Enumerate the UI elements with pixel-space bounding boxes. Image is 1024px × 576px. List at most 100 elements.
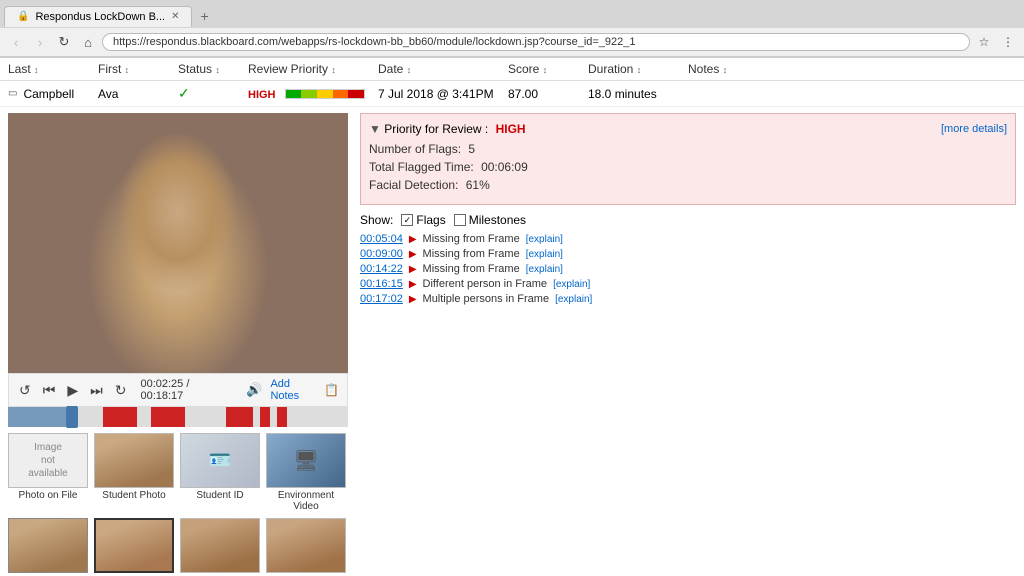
- thumb-student-photo[interactable]: Student Photo: [94, 433, 174, 512]
- col-duration-header[interactable]: Duration ↕: [588, 62, 688, 76]
- video-controls: ↺ ⏮ ▶ ⏭ ↻ 00:02:25 / 00:18:17 🔊 Add Note…: [8, 373, 348, 407]
- flag-item: 00:05:04 ▶ Missing from Frame [explain]: [360, 233, 1016, 245]
- table-header: Last ↕ First ↕ Status ↕ Review Priority …: [0, 58, 1024, 81]
- num-flags-row: Number of Flags: 5: [369, 142, 1007, 156]
- flag-segment-3: [226, 407, 253, 427]
- status-checkmark: ✓: [178, 85, 190, 101]
- flag-time[interactable]: 00:17:02: [360, 293, 403, 305]
- flag-segment-4: [260, 407, 270, 427]
- browser-tab[interactable]: 🔒 Respondus LockDown B... ✕: [4, 6, 192, 27]
- student-score: 87.00: [508, 87, 588, 101]
- flag-explain-link[interactable]: [explain]: [526, 249, 563, 260]
- back-btn[interactable]: ‹: [6, 32, 26, 52]
- thumb-student-id[interactable]: 🪪 Student ID: [180, 433, 260, 512]
- col-score-header[interactable]: Score ↕: [508, 62, 588, 76]
- tab-close-btn[interactable]: ✕: [171, 11, 179, 22]
- show-row: Show: ✓ Flags Milestones: [360, 213, 1016, 227]
- thumb-img-student-photo: [94, 433, 174, 488]
- more-details-link[interactable]: [more details]: [941, 123, 1007, 135]
- thumbnails-row-1: Imagenotavailable Photo on File Student …: [8, 427, 348, 518]
- student-row: ▭ Campbell Ava ✓ HIGH 7 Jul 2018 @ 3:41P…: [0, 81, 1024, 107]
- thumb-img-row2-2: [94, 518, 174, 573]
- col-review-header[interactable]: Review Priority ↕: [248, 62, 378, 76]
- next-frame-btn[interactable]: ⏭: [88, 380, 105, 401]
- flag-play-icon[interactable]: ▶: [409, 279, 417, 290]
- thumb-label-photo: Photo on File: [19, 490, 78, 501]
- col-date-header[interactable]: Date ↕: [378, 62, 508, 76]
- flags-checkbox[interactable]: ✓: [401, 214, 413, 226]
- flag-description: Missing from Frame: [423, 263, 520, 275]
- flag-description: Missing from Frame: [423, 248, 520, 260]
- flag-explain-link[interactable]: [explain]: [526, 264, 563, 275]
- bookmark-btn[interactable]: ☆: [974, 32, 994, 52]
- flag-play-icon[interactable]: ▶: [409, 264, 417, 275]
- flag-play-icon[interactable]: ▶: [409, 249, 417, 260]
- volume-icon[interactable]: 🔊: [246, 382, 262, 398]
- flag-item: 00:09:00 ▶ Missing from Frame [explain]: [360, 248, 1016, 260]
- add-notes-btn[interactable]: Add Notes 📋: [270, 378, 339, 402]
- play-btn[interactable]: ▶: [65, 380, 80, 401]
- flag-explain-link[interactable]: [explain]: [553, 279, 590, 290]
- thumb-img-row2-1: [8, 518, 88, 573]
- flag-segment-2: [151, 407, 185, 427]
- col-last-header[interactable]: Last ↕: [8, 62, 98, 76]
- video-panel: ↺ ⏮ ▶ ⏭ ↻ 00:02:25 / 00:18:17 🔊 Add Note…: [8, 113, 348, 576]
- thumb-img-row2-4: [266, 518, 346, 573]
- flag-time[interactable]: 00:05:04: [360, 233, 403, 245]
- flag-time[interactable]: 00:16:15: [360, 278, 403, 290]
- thumb-row2-1[interactable]: [8, 518, 88, 573]
- reload-btn[interactable]: ↻: [54, 32, 74, 52]
- forward-end-btn[interactable]: ↻: [113, 380, 129, 401]
- info-panel: ▼ Priority for Review : HIGH [more detai…: [360, 113, 1016, 576]
- student-first: Ava: [98, 87, 178, 101]
- flag-explain-link[interactable]: [explain]: [526, 234, 563, 245]
- page-content: Last ↕ First ↕ Status ↕ Review Priority …: [0, 58, 1024, 576]
- flag-time[interactable]: 00:09:00: [360, 248, 403, 260]
- flag-explain-link[interactable]: [explain]: [555, 294, 592, 305]
- flag-item: 00:14:22 ▶ Missing from Frame [explain]: [360, 263, 1016, 275]
- flag-segment-1: [103, 407, 137, 427]
- forward-btn[interactable]: ›: [30, 32, 50, 52]
- flagged-time-row: Total Flagged Time: 00:06:09: [369, 160, 1007, 174]
- flags-list: 00:05:04 ▶ Missing from Frame [explain] …: [360, 233, 1016, 305]
- thumbnails-row-2: [8, 518, 348, 576]
- thumb-environment-video[interactable]: 🖥 EnvironmentVideo: [266, 433, 346, 512]
- thumb-row2-3[interactable]: [180, 518, 260, 573]
- flags-checkbox-label[interactable]: ✓ Flags: [401, 213, 445, 227]
- student-duration: 18.0 minutes: [588, 87, 688, 101]
- priority-title: ▼ Priority for Review : HIGH: [369, 122, 526, 136]
- progress-filled: [8, 407, 69, 427]
- rewind-start-btn[interactable]: ↺: [17, 380, 33, 401]
- timeline-bar[interactable]: [8, 407, 348, 427]
- milestones-checkbox[interactable]: [454, 214, 466, 226]
- expand-icon[interactable]: ▭: [8, 88, 17, 99]
- flag-item: 00:16:15 ▶ Different person in Frame [ex…: [360, 278, 1016, 290]
- flag-play-icon[interactable]: ▶: [409, 234, 417, 245]
- student-priority: HIGH: [248, 87, 378, 101]
- notes-icon: 📋: [324, 383, 339, 397]
- facial-detection-row: Facial Detection: 61%: [369, 178, 1007, 192]
- flag-item: 00:17:02 ▶ Multiple persons in Frame [ex…: [360, 293, 1016, 305]
- nav-right: ☆ ⋮: [974, 32, 1018, 52]
- address-bar[interactable]: https://respondus.blackboard.com/webapps…: [102, 33, 970, 51]
- tab-title: Respondus LockDown B...: [35, 11, 165, 23]
- col-first-header[interactable]: First ↕: [98, 62, 178, 76]
- flag-time[interactable]: 00:14:22: [360, 263, 403, 275]
- new-tab-btn[interactable]: +: [192, 4, 216, 28]
- nav-bar: ‹ › ↻ ⌂ https://respondus.blackboard.com…: [0, 28, 1024, 57]
- timeline-thumb[interactable]: [66, 406, 78, 428]
- menu-btn[interactable]: ⋮: [998, 32, 1018, 52]
- student-date: 7 Jul 2018 @ 3:41PM: [378, 87, 508, 101]
- thumb-img-env: 🖥: [266, 433, 346, 488]
- thumb-row2-4[interactable]: [266, 518, 346, 573]
- col-notes-header[interactable]: Notes ↕: [688, 62, 748, 76]
- milestones-checkbox-label[interactable]: Milestones: [454, 213, 526, 227]
- col-status-header[interactable]: Status ↕: [178, 62, 248, 76]
- thumb-photo-on-file[interactable]: Imagenotavailable Photo on File: [8, 433, 88, 512]
- thumb-row2-2[interactable]: [94, 518, 174, 573]
- flag-play-icon[interactable]: ▶: [409, 294, 417, 305]
- flag-description: Missing from Frame: [423, 233, 520, 245]
- home-btn[interactable]: ⌂: [78, 32, 98, 52]
- video-container: [8, 113, 348, 373]
- prev-frame-btn[interactable]: ⏮: [41, 380, 58, 401]
